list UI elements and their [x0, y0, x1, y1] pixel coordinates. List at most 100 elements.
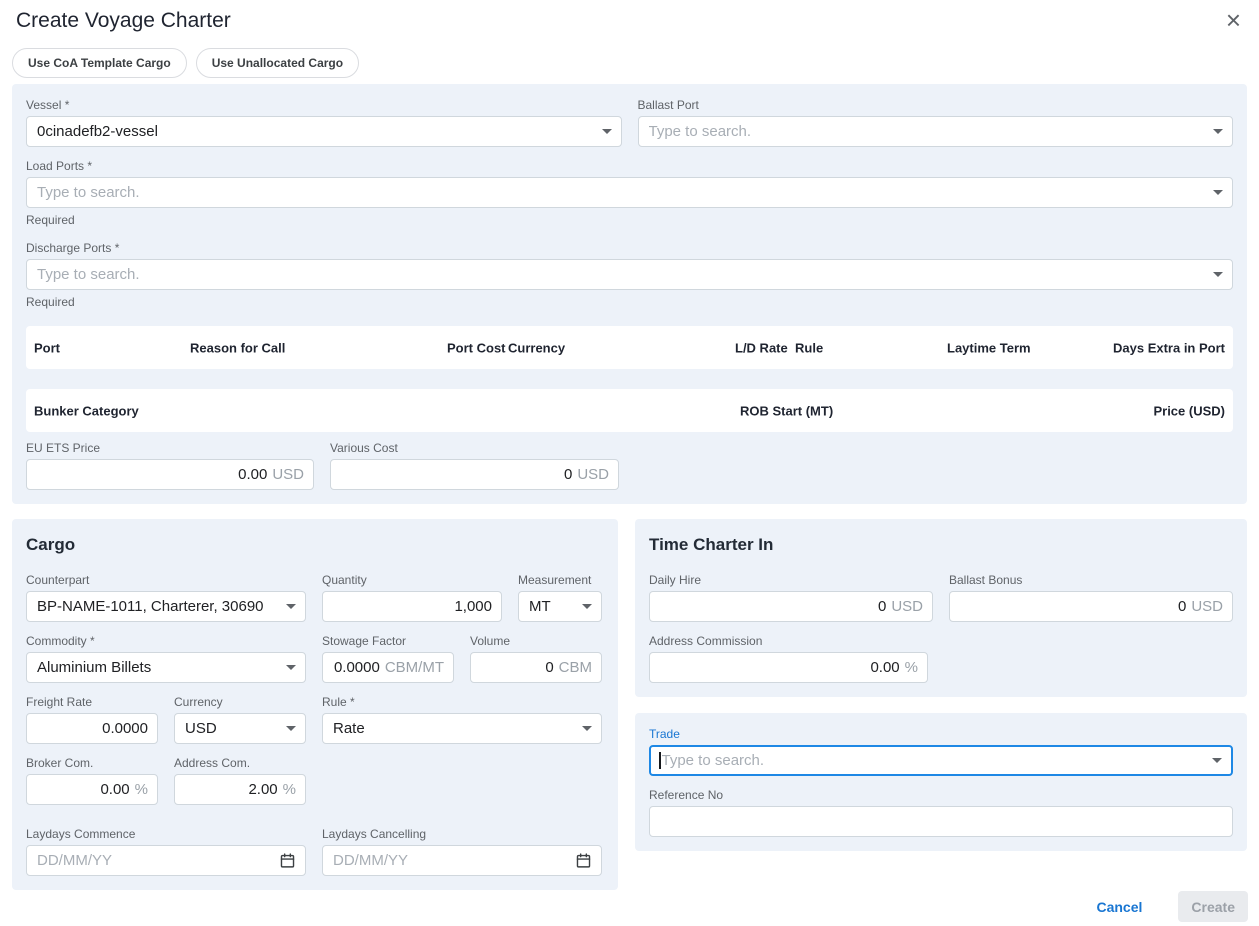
create-button[interactable]: Create: [1178, 891, 1248, 922]
dialog-actions: Cancel Create: [1090, 891, 1248, 922]
voyage-details-panel: Vessel * 0cinadefb2-vessel Ballast Port …: [12, 84, 1247, 504]
daily-hire-input[interactable]: 0 USD: [649, 591, 933, 622]
chevron-down-icon: [1213, 190, 1223, 195]
volume-unit: CBM: [559, 659, 592, 676]
daily-hire-value: 0: [878, 598, 886, 615]
close-icon[interactable]: ×: [1222, 8, 1245, 32]
chevron-down-icon: [286, 604, 296, 609]
ballast-port-label: Ballast Port: [638, 98, 1234, 112]
create-voyage-charter-dialog: Create Voyage Charter × Use CoA Template…: [0, 0, 1259, 926]
commodity-label: Commodity *: [26, 634, 306, 648]
ports-col-reason-for-call: Reason for Call: [190, 340, 285, 355]
discharge-ports-input[interactable]: [37, 266, 1205, 283]
ports-col-currency: Currency: [508, 340, 565, 355]
address-commission-unit: %: [905, 659, 918, 676]
ballast-port-input[interactable]: [649, 123, 1206, 140]
ballast-bonus-unit: USD: [1191, 598, 1223, 615]
time-charter-in-heading: Time Charter In: [649, 535, 1233, 555]
broker-com-input[interactable]: 0.00 %: [26, 774, 158, 805]
laydays-cancelling-label: Laydays Cancelling: [322, 827, 602, 841]
cancel-button[interactable]: Cancel: [1090, 898, 1148, 916]
vessel-label: Vessel *: [26, 98, 622, 112]
use-unallocated-cargo-button[interactable]: Use Unallocated Cargo: [196, 48, 359, 78]
commodity-select[interactable]: Aluminium Billets: [26, 652, 306, 683]
bunkers-col-bunker-category: Bunker Category: [34, 403, 139, 418]
use-coa-template-cargo-button[interactable]: Use CoA Template Cargo: [12, 48, 187, 78]
quantity-label: Quantity: [322, 573, 502, 587]
freight-rate-label: Freight Rate: [26, 695, 158, 709]
counterpart-select[interactable]: BP-NAME-1011, Charterer, 30690: [26, 591, 306, 622]
chevron-down-icon: [602, 129, 612, 134]
volume-value: 0: [545, 659, 553, 676]
laydays-commence-label: Laydays Commence: [26, 827, 306, 841]
ports-table-header: Port Reason for Call Port Cost Currency …: [26, 326, 1233, 369]
address-com-unit: %: [283, 781, 296, 798]
measurement-select[interactable]: MT: [518, 591, 602, 622]
stowage-factor-label: Stowage Factor: [322, 634, 454, 648]
load-ports-input[interactable]: [37, 184, 1205, 201]
currency-select[interactable]: USD: [174, 713, 306, 744]
quantity-value: 1,000: [454, 598, 492, 615]
various-cost-label: Various Cost: [330, 441, 619, 455]
chevron-down-icon: [1213, 272, 1223, 277]
laydays-commence-input[interactable]: [37, 852, 271, 869]
trade-panel: Trade Reference No: [635, 713, 1247, 851]
measurement-value: MT: [529, 598, 574, 615]
ports-col-port: Port: [34, 340, 60, 355]
address-com-input[interactable]: 2.00 %: [174, 774, 306, 805]
eu-ets-price-input[interactable]: 0.00 USD: [26, 459, 314, 490]
freight-rate-input[interactable]: 0.0000: [26, 713, 158, 744]
address-commission-value: 0.00: [870, 659, 899, 676]
chevron-down-icon: [1213, 129, 1223, 134]
bunkers-col-rob-start: ROB Start (MT): [740, 403, 833, 418]
stowage-factor-input[interactable]: 0.0000 CBM/MT: [322, 652, 454, 683]
calendar-icon[interactable]: [575, 852, 592, 869]
daily-hire-label: Daily Hire: [649, 573, 933, 587]
quantity-input[interactable]: 1,000: [322, 591, 502, 622]
stowage-factor-unit: CBM/MT: [385, 659, 444, 676]
freight-rate-value: 0.0000: [102, 720, 148, 737]
chevron-down-icon: [1212, 758, 1222, 763]
ports-col-laytime-term: Laytime Term: [947, 340, 1031, 355]
currency-label: Currency: [174, 695, 306, 709]
address-com-label: Address Com.: [174, 756, 306, 770]
address-commission-input[interactable]: 0.00 %: [649, 652, 928, 683]
load-ports-required-helper: Required: [26, 213, 1233, 227]
cargo-panel: Cargo Counterpart BP-NAME-1011, Chartere…: [12, 519, 618, 890]
reference-no-field[interactable]: [649, 806, 1233, 837]
laydays-cancelling-field[interactable]: [322, 845, 602, 876]
chevron-down-icon: [582, 726, 592, 731]
currency-value: USD: [185, 720, 278, 737]
cargo-heading: Cargo: [26, 535, 604, 555]
broker-com-unit: %: [135, 781, 148, 798]
rule-value: Rate: [333, 720, 574, 737]
reference-no-input[interactable]: [660, 813, 1223, 830]
broker-com-value: 0.00: [100, 781, 129, 798]
trade-input[interactable]: [662, 752, 1205, 769]
discharge-ports-combobox[interactable]: [26, 259, 1233, 290]
address-com-value: 2.00: [248, 781, 277, 798]
ballast-bonus-input[interactable]: 0 USD: [949, 591, 1233, 622]
load-ports-combobox[interactable]: [26, 177, 1233, 208]
measurement-label: Measurement: [518, 573, 602, 587]
various-cost-input[interactable]: 0 USD: [330, 459, 619, 490]
rule-select[interactable]: Rate: [322, 713, 602, 744]
counterpart-value: BP-NAME-1011, Charterer, 30690: [37, 598, 278, 615]
chevron-down-icon: [286, 726, 296, 731]
laydays-commence-field[interactable]: [26, 845, 306, 876]
ballast-port-combobox[interactable]: [638, 116, 1234, 147]
vessel-select[interactable]: 0cinadefb2-vessel: [26, 116, 622, 147]
stowage-factor-value: 0.0000: [334, 659, 380, 676]
laydays-cancelling-input[interactable]: [333, 852, 567, 869]
page-title: Create Voyage Charter: [16, 8, 231, 34]
address-commission-label: Address Commission: [649, 634, 928, 648]
bunkers-col-price-usd: Price (USD): [1153, 403, 1225, 418]
reference-no-label: Reference No: [649, 788, 1233, 802]
volume-input[interactable]: 0 CBM: [470, 652, 602, 683]
ports-col-days-extra-in-port: Days Extra in Port: [1113, 340, 1225, 355]
trade-combobox[interactable]: [649, 745, 1233, 776]
various-cost-unit: USD: [577, 466, 609, 483]
broker-com-label: Broker Com.: [26, 756, 158, 770]
calendar-icon[interactable]: [279, 852, 296, 869]
dialog-header: Create Voyage Charter ×: [0, 0, 1259, 34]
